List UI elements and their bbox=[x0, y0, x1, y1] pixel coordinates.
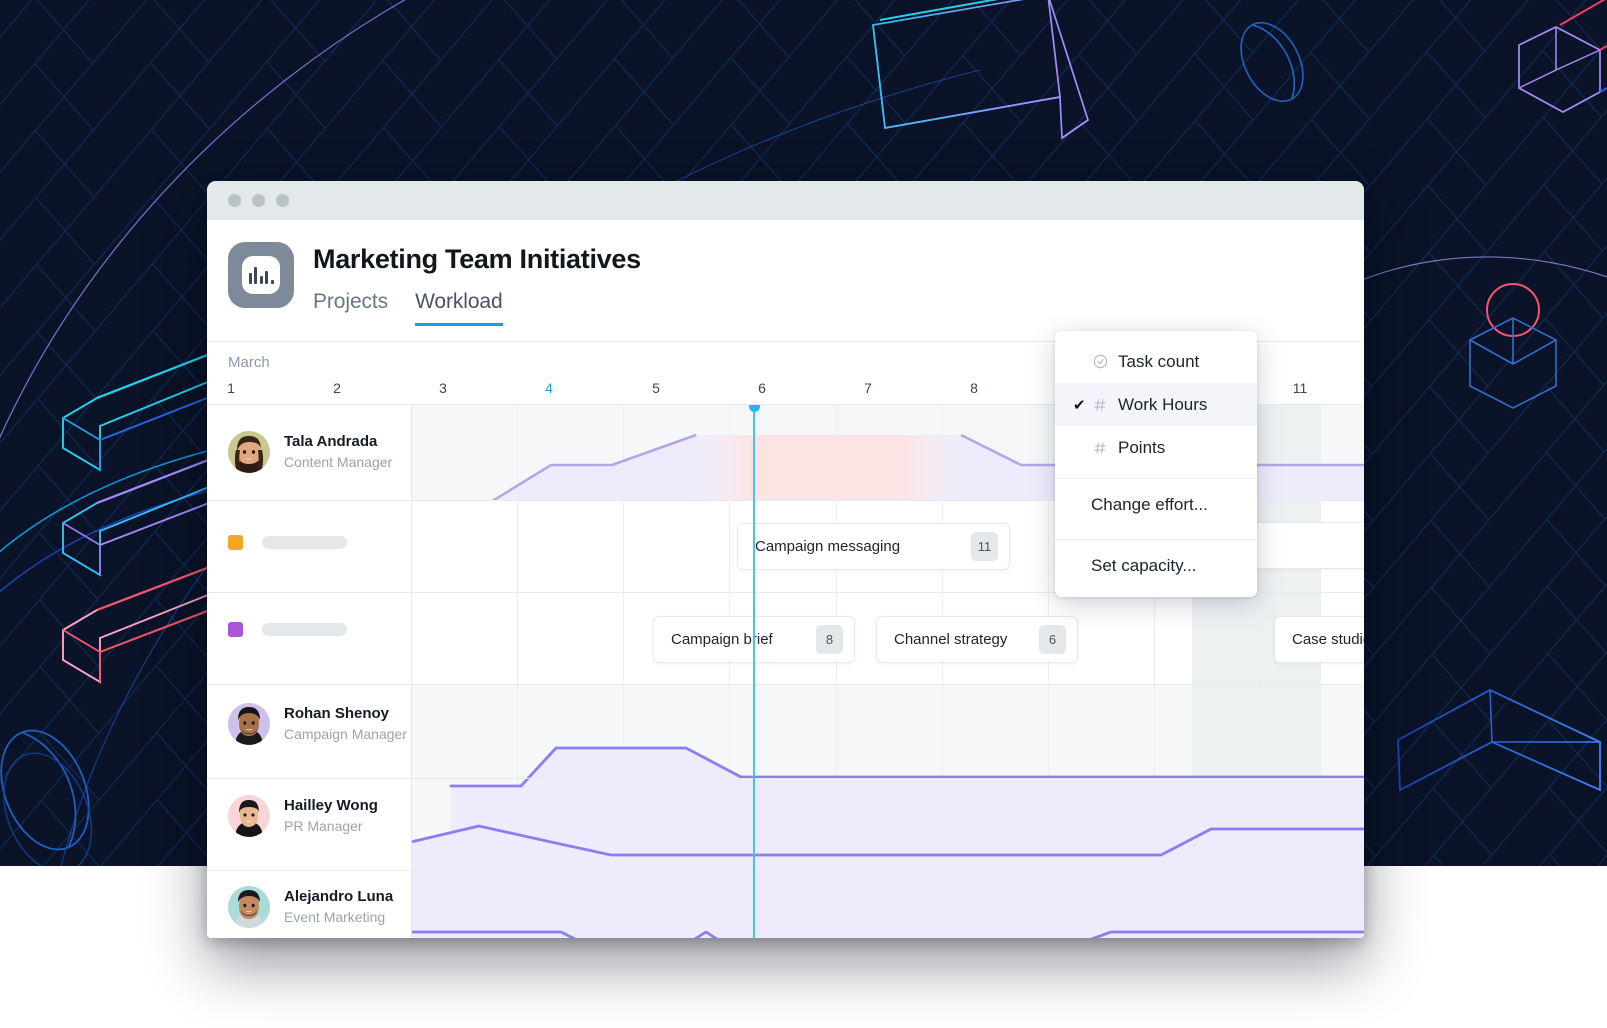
project-color-swatch bbox=[228, 622, 243, 637]
day-label-6[interactable]: 6 bbox=[758, 380, 766, 396]
tab-projects[interactable]: Projects bbox=[313, 290, 388, 326]
member-name: Tala Andrada bbox=[284, 433, 378, 451]
app-header: Marketing Team Initiatives Projects Work… bbox=[207, 220, 1364, 326]
avatar-rohan-shenoy bbox=[228, 703, 270, 745]
task-card-case-studies[interactable]: Case studies 14 bbox=[1274, 616, 1364, 663]
tab-workload[interactable]: Workload bbox=[415, 290, 503, 326]
member-role: Content Manager bbox=[284, 453, 393, 470]
day-label-5[interactable]: 5 bbox=[652, 380, 660, 396]
avatar-alejandro-luna bbox=[228, 886, 270, 928]
task-badge: 8 bbox=[816, 625, 843, 654]
avatar-hailley-wong bbox=[228, 795, 270, 837]
menu-item-label: Task count bbox=[1118, 351, 1200, 371]
member-list-column: Tala Andrada Content Manager Rohan Sheno… bbox=[207, 405, 412, 938]
member-name: Hailley Wong bbox=[284, 797, 378, 815]
menu-item-points[interactable]: Points bbox=[1055, 426, 1257, 469]
day-label-2[interactable]: 2 bbox=[333, 380, 341, 396]
zoom-icon[interactable] bbox=[276, 194, 289, 207]
menu-item-change-effort[interactable]: Change effort... bbox=[1055, 479, 1257, 530]
member-row-hailley-wong[interactable]: Hailley Wong PR Manager bbox=[228, 795, 378, 837]
member-name: Rohan Shenoy bbox=[284, 705, 390, 723]
menu-item-work-hours[interactable]: ✔ Work Hours bbox=[1055, 383, 1257, 426]
day-label-8[interactable]: 8 bbox=[970, 380, 978, 396]
today-marker-line bbox=[753, 405, 755, 938]
menu-item-task-count[interactable]: Task count bbox=[1055, 340, 1257, 383]
menu-item-label: Work Hours bbox=[1118, 394, 1208, 414]
timeline-month-label: March bbox=[228, 354, 270, 371]
task-badge: 6 bbox=[1039, 625, 1066, 654]
task-label: Campaign brief bbox=[671, 631, 773, 648]
project-name-placeholder bbox=[262, 536, 347, 549]
check-circle-icon bbox=[1093, 354, 1116, 369]
task-card-campaign-messaging[interactable]: Campaign messaging 11 bbox=[737, 523, 1010, 570]
task-card-channel-strategy[interactable]: Channel strategy 6 bbox=[876, 616, 1078, 663]
member-role: Event Marketing bbox=[284, 908, 386, 925]
project-name-placeholder bbox=[262, 623, 347, 636]
day-label-4[interactable]: 4 bbox=[545, 380, 553, 396]
day-label-7[interactable]: 7 bbox=[864, 380, 872, 396]
close-icon[interactable] bbox=[228, 194, 241, 207]
project-color-swatch bbox=[228, 535, 243, 550]
member-row-tala-andrada[interactable]: Tala Andrada Content Manager bbox=[228, 431, 392, 473]
avatar-tala-andrada bbox=[228, 431, 270, 473]
menu-item-label: Points bbox=[1118, 437, 1166, 457]
day-label-11[interactable]: 11 bbox=[1293, 380, 1308, 396]
minimize-icon[interactable] bbox=[252, 194, 265, 207]
checkmark-icon: ✔ bbox=[1073, 396, 1086, 414]
task-label: Case studies bbox=[1292, 631, 1364, 648]
member-row-alejandro-luna[interactable]: Alejandro Luna Event Marketing bbox=[228, 886, 393, 928]
member-name: Alejandro Luna bbox=[284, 888, 394, 906]
task-badge: 11 bbox=[971, 532, 998, 561]
member-row-rohan-shenoy[interactable]: Rohan Shenoy Campaign Manager bbox=[228, 703, 407, 745]
window-titlebar bbox=[207, 181, 1364, 220]
tab-bar: Projects Workload bbox=[313, 290, 641, 326]
member-role: PR Manager bbox=[284, 817, 363, 834]
member-role: Campaign Manager bbox=[284, 725, 407, 742]
hash-icon bbox=[1093, 441, 1116, 455]
task-label: Campaign messaging bbox=[755, 538, 901, 555]
bar-chart-icon bbox=[228, 242, 294, 308]
project-row-2[interactable] bbox=[228, 622, 347, 637]
day-label-1[interactable]: 1 bbox=[227, 380, 235, 396]
day-label-3[interactable]: 3 bbox=[439, 380, 447, 396]
menu-item-set-capacity[interactable]: Set capacity... bbox=[1055, 540, 1257, 591]
task-label: Channel strategy bbox=[894, 631, 1008, 648]
project-row-1[interactable] bbox=[228, 535, 347, 550]
page-title: Marketing Team Initiatives bbox=[313, 244, 641, 274]
effort-unit-dropdown-menu: Task count ✔ Work Hours Points Change ef… bbox=[1055, 331, 1257, 597]
hash-icon bbox=[1093, 398, 1116, 412]
